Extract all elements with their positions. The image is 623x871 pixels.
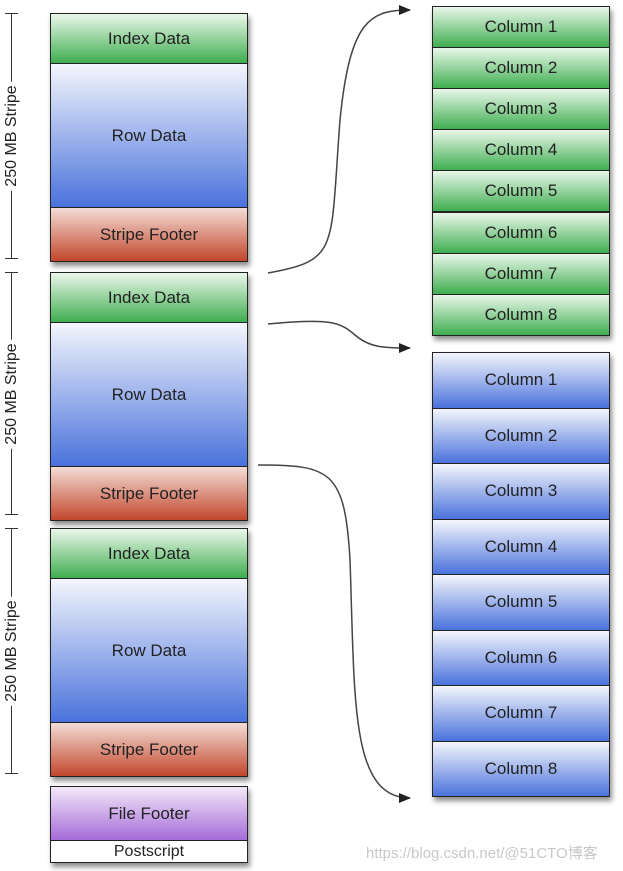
watermark: https://blog.csdn.net/@51CTO博客 bbox=[366, 845, 598, 862]
arrow-index-to-columns bbox=[267, 5, 411, 274]
arrow-row-to-columns bbox=[267, 320, 411, 353]
arrows-layer bbox=[257, 5, 411, 803]
arrow-footer-to-columns bbox=[257, 464, 411, 803]
